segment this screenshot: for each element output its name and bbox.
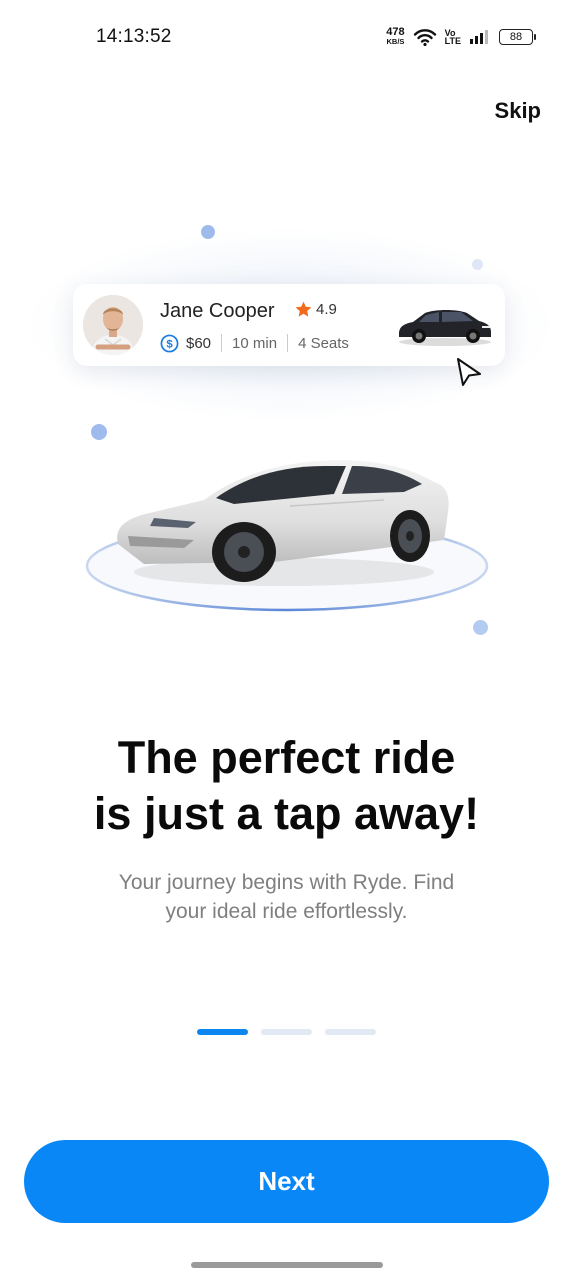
decor-dot — [472, 259, 483, 270]
divider — [221, 334, 223, 352]
page-title: The perfect ride is just a tap away! — [0, 730, 573, 842]
ride-seats: 4 Seats — [298, 334, 349, 352]
page-subtitle: Your journey begins with Ryde. Find your… — [0, 868, 573, 926]
page-indicator — [197, 1029, 376, 1035]
star-icon — [295, 301, 312, 317]
next-button[interactable]: Next — [24, 1140, 549, 1223]
volte-bottom: LTE — [444, 36, 461, 46]
suv-car-image — [399, 310, 491, 346]
page-dot — [325, 1029, 376, 1035]
sedan-car-image — [85, 460, 489, 612]
title-line: The perfect ride — [117, 732, 456, 783]
ride-meta: $ $60 10 min 4 Seats — [160, 332, 349, 354]
dollar-icon: $ — [160, 334, 179, 352]
decor-dot — [91, 424, 107, 440]
status-icons: 478 KB/S Vo LTE 88 — [386, 24, 536, 50]
skip-button[interactable]: Skip — [495, 98, 541, 124]
title-line: is just a tap away! — [93, 788, 480, 839]
subtitle-line: Your journey begins with Ryde. Find — [118, 871, 455, 894]
battery-icon: 88 — [499, 29, 536, 45]
wifi-icon — [413, 29, 436, 46]
signal-icon — [470, 30, 488, 44]
subtitle-line: your ideal ride effortlessly. — [165, 900, 408, 923]
svg-text:$: $ — [166, 338, 173, 350]
status-time: 14:13:52 — [96, 26, 172, 47]
rating-value: 4.9 — [316, 301, 337, 318]
volte-indicator: Vo LTE — [444, 29, 461, 46]
driver-rating: 4.9 — [294, 300, 337, 319]
driver-name: Jane Cooper — [160, 300, 275, 322]
driver-avatar — [83, 295, 143, 355]
ride-duration: 10 min — [232, 334, 278, 352]
network-speed-unit: KB/S — [386, 37, 405, 46]
decor-dot — [201, 225, 215, 239]
home-indicator[interactable] — [191, 1262, 383, 1268]
divider — [287, 334, 289, 352]
page-dot — [261, 1029, 312, 1035]
page-dot-active — [197, 1029, 248, 1035]
decor-dot — [473, 620, 488, 635]
network-speed: 478 KB/S — [386, 26, 405, 47]
network-speed-value: 478 — [386, 26, 405, 38]
ride-price: $60 — [186, 334, 212, 352]
status-bar: 14:13:52 478 KB/S Vo LTE 88 — [0, 0, 573, 72]
cursor-icon — [457, 358, 481, 386]
ride-preview-card: Jane Cooper 4.9 $ $60 10 min 4 Seats — [73, 284, 505, 366]
